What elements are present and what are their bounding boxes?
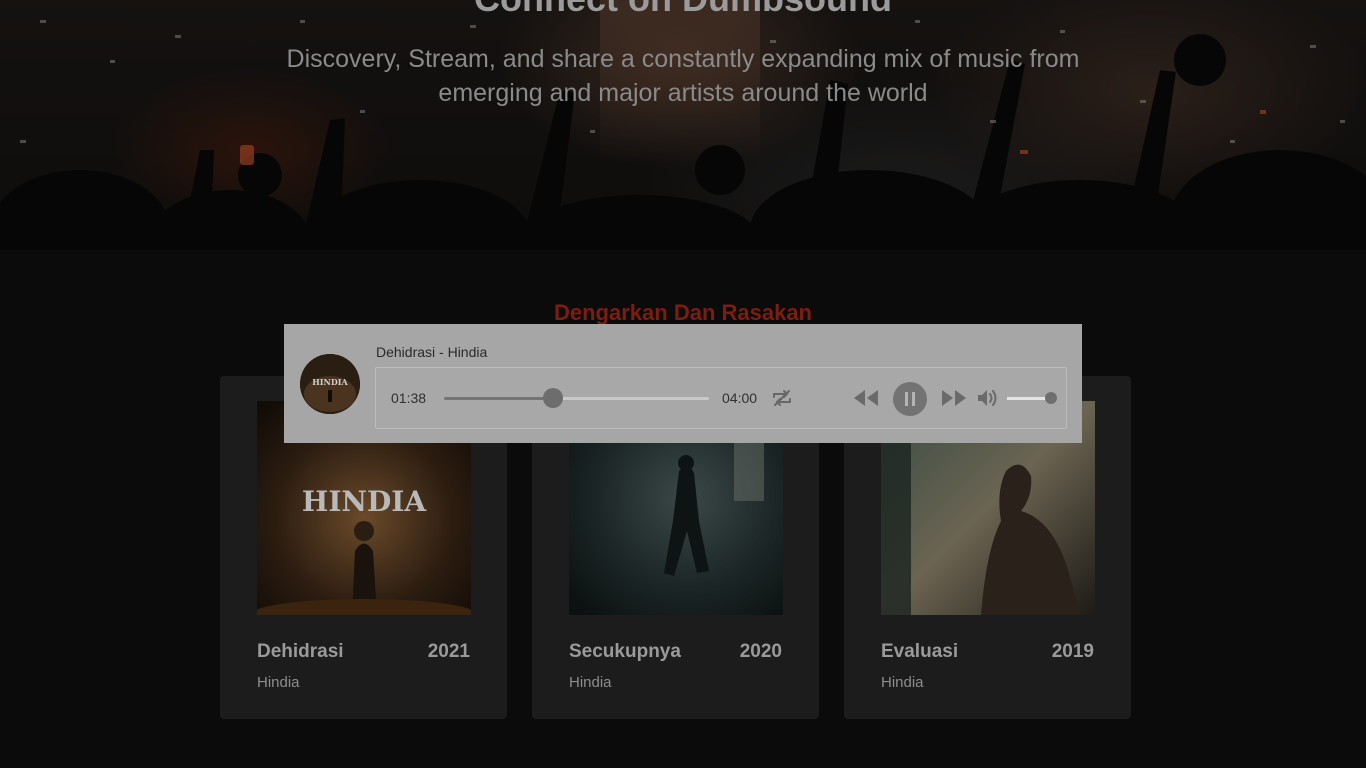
fast-forward-button[interactable] — [940, 387, 968, 409]
pause-button[interactable] — [893, 382, 927, 416]
volume-button[interactable] — [976, 387, 998, 409]
seek-handle[interactable] — [542, 388, 563, 408]
cover-text: HINDIA — [302, 485, 428, 518]
repeat-icon — [773, 390, 791, 406]
rewind-button[interactable] — [852, 387, 880, 409]
hero-banner: Connect on Dumbsound Discovery, Stream, … — [0, 0, 1366, 250]
album-year: 2019 — [1051, 641, 1094, 662]
hero-overlay — [0, 0, 1366, 250]
seek-progress — [444, 397, 553, 400]
pause-icon — [905, 392, 915, 406]
thumbnail-text: HINDIA — [312, 377, 348, 387]
player-controls: 01:38 04:00 — [375, 367, 1067, 429]
album-title: Secukupnya — [569, 641, 681, 662]
section-title: Dengarkan Dan Rasakan — [554, 300, 812, 325]
thumbnail-image: HINDIA — [300, 354, 360, 414]
album-year: 2021 — [427, 641, 470, 662]
seek-bar[interactable] — [444, 388, 709, 408]
volume-handle[interactable] — [1045, 392, 1057, 404]
now-playing-thumbnail: HINDIA — [300, 354, 360, 414]
now-playing-title: Dehidrasi - Hindia — [376, 344, 488, 360]
album-title: Dehidrasi — [257, 641, 344, 662]
album-artist: Hindia — [569, 674, 612, 691]
repeat-button[interactable] — [771, 388, 793, 408]
album-year: 2020 — [739, 641, 782, 662]
music-player: HINDIA Dehidrasi - Hindia 01:38 04:00 — [284, 324, 1082, 443]
album-artist: Hindia — [257, 674, 300, 691]
volume-slider[interactable] — [1007, 392, 1057, 404]
hero-title: Connect on Dumbsound — [0, 0, 1366, 20]
album-title: Evaluasi — [881, 641, 959, 662]
hero-subtitle: Discovery, Stream, and share a constantl… — [286, 45, 1080, 107]
volume-icon — [978, 390, 997, 406]
fast-forward-icon — [942, 390, 966, 406]
current-time: 01:38 — [391, 390, 427, 406]
album-artist: Hindia — [881, 674, 924, 691]
rewind-icon — [854, 390, 878, 406]
total-time: 04:00 — [722, 390, 758, 406]
